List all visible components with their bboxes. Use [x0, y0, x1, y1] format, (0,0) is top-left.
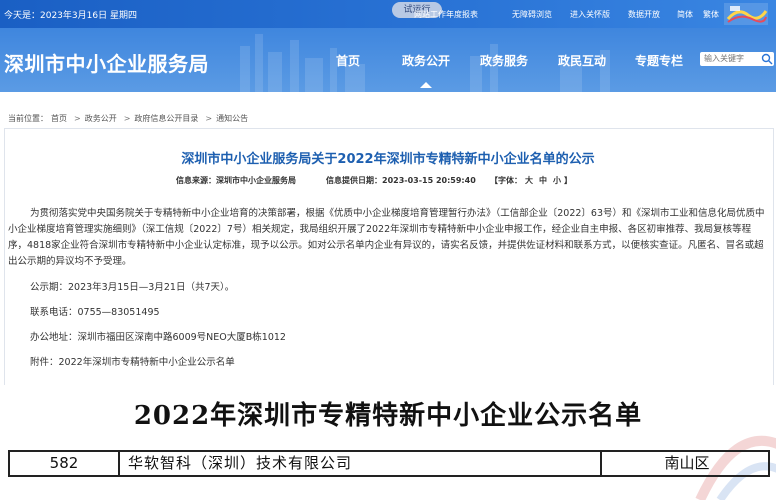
info-date: 信息提供日期：2023-03-15 20:59:40	[326, 176, 476, 185]
nav-special-topics[interactable]: 专题专栏	[635, 52, 683, 69]
table-row: 582 华软智科（深圳）技术有限公司 南山区	[8, 450, 770, 477]
nav-government-affairs[interactable]: 政务公开	[402, 52, 450, 88]
font-size-medium[interactable]: 中	[539, 176, 547, 185]
attachment: 附件：2022年深圳市专精特新中小企业公示名单	[30, 357, 235, 368]
info-date-value: 2023-03-15 20:59:40	[382, 176, 476, 185]
document-heading: 2022年深圳市专精特新中小企业公示名单	[133, 401, 643, 431]
font-size-large[interactable]: 大	[525, 176, 533, 185]
traditional-chinese-link[interactable]: 繁体	[703, 9, 719, 20]
attachment-link[interactable]: 2022年深圳市专精特新中小企业公示名单	[59, 357, 235, 368]
top-bar: 今天是：2023年3月16日 星期四 试运行 网站工作年度报表 无障碍浏览 进入…	[0, 0, 776, 28]
breadcrumb: 当前位置： 首页 > 政务公开 > 政府信息公开目录 > 通知公告	[8, 114, 249, 123]
attachment-preview-image: 2022年深圳市专精特新中小企业公示名单 582 华软智科（深圳）技术有限公司 …	[0, 385, 776, 500]
article-paragraph: 为贯彻落实党中央国务院关于专精特新中小企业培育的决策部署，根据《优质中小企业梯度…	[8, 208, 765, 267]
nav-public-interaction[interactable]: 政民互动	[558, 52, 606, 69]
article-title: 深圳市中小企业服务局关于2022年深圳市专精特新中小企业名单的公示	[181, 152, 595, 167]
accessibility-link[interactable]: 无障碍浏览	[512, 9, 552, 20]
search-icon[interactable]	[761, 53, 773, 65]
site-title[interactable]: 深圳市中小企业服务局	[4, 48, 209, 77]
announcement-period: 公示期：2023年3月15日—3月21日（共7天）。	[30, 282, 235, 293]
font-size-small[interactable]: 小	[553, 176, 561, 185]
row-number: 582	[10, 452, 120, 475]
nav-government-services[interactable]: 政务服务	[480, 52, 528, 69]
breadcrumb-government-affairs[interactable]: 政务公开	[85, 114, 117, 123]
city-logo-icon	[724, 3, 768, 25]
font-size-control: 【字体：大中小】	[490, 176, 572, 185]
info-source: 信息来源：深圳市中小企业服务局	[176, 176, 296, 185]
site-header: 深圳市中小企业服务局 首页 政务公开 政务服务 政民互动 专题专栏	[0, 28, 776, 92]
current-date: 今天是：2023年3月16日 星期四	[4, 11, 137, 21]
breadcrumb-info-catalog[interactable]: 政府信息公开目录	[134, 114, 198, 123]
simplified-chinese-link[interactable]: 简体	[677, 9, 693, 20]
annual-report-link[interactable]: 网站工作年度报表	[414, 9, 478, 20]
open-data-link[interactable]: 数据开放	[628, 9, 660, 20]
breadcrumb-notices[interactable]: 通知公告	[216, 114, 248, 123]
breadcrumb-home[interactable]: 首页	[51, 114, 67, 123]
company-name: 华软智科（深圳）技术有限公司	[122, 452, 602, 475]
district: 南山区	[664, 454, 710, 472]
info-source-value: 深圳市中小企业服务局	[216, 176, 296, 185]
breadcrumb-prefix: 当前位置：	[8, 114, 48, 123]
contact-phone: 联系电话：0755—83051495	[30, 307, 160, 318]
care-mode-link[interactable]: 进入关怀版	[570, 9, 610, 20]
office-address: 办公地址：深圳市福田区深南中路6009号NEO大厦B栋1012	[30, 332, 286, 343]
nav-home[interactable]: 首页	[336, 52, 360, 69]
